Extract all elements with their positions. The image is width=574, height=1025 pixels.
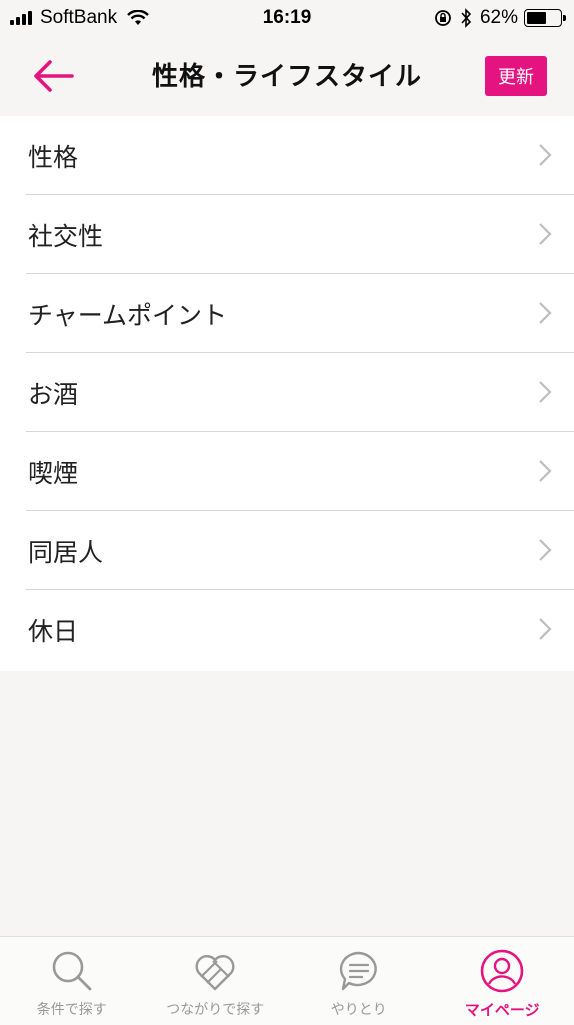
tab-label: 条件で探す xyxy=(0,999,144,1019)
menu-list: 性格 社交性 チャームポイント お酒 喫煙 同居人 休日 xyxy=(0,116,574,671)
tab-label: マイページ xyxy=(431,999,574,1020)
menu-item-smoking[interactable]: 喫煙 xyxy=(26,432,574,511)
menu-item-label: お酒 xyxy=(28,375,78,411)
menu-item-label: チャームポイント xyxy=(28,296,227,332)
chevron-right-icon xyxy=(538,380,552,404)
menu-item-label: 休日 xyxy=(28,612,78,648)
chevron-right-icon xyxy=(538,538,552,562)
update-button[interactable]: 更新 xyxy=(485,56,547,96)
chevron-right-icon xyxy=(538,301,552,325)
status-bar: SoftBank 16:19 62% xyxy=(0,0,574,38)
tab-search-by-conditions[interactable]: 条件で探す xyxy=(0,937,144,1025)
battery-fill xyxy=(527,12,546,24)
search-icon xyxy=(48,947,96,995)
menu-item-label: 社交性 xyxy=(28,217,103,253)
status-right: 62% xyxy=(434,7,562,29)
menu-item-label: 同居人 xyxy=(28,533,103,569)
profile-icon xyxy=(478,947,526,995)
menu-item-alcohol[interactable]: お酒 xyxy=(26,353,574,432)
chevron-right-icon xyxy=(538,222,552,246)
chevron-right-icon xyxy=(538,143,552,167)
tab-messages[interactable]: やりとり xyxy=(287,937,431,1025)
chat-bubble-icon xyxy=(335,947,383,995)
menu-item-sociability[interactable]: 社交性 xyxy=(26,195,574,274)
menu-item-label: 性格 xyxy=(28,138,78,174)
tab-label: やりとり xyxy=(287,999,431,1019)
menu-item-label: 喫煙 xyxy=(28,454,78,490)
chevron-right-icon xyxy=(538,617,552,641)
menu-item-personality[interactable]: 性格 xyxy=(26,116,574,195)
chevron-right-icon xyxy=(538,459,552,483)
menu-item-holiday[interactable]: 休日 xyxy=(26,590,574,669)
menu-item-charm-point[interactable]: チャームポイント xyxy=(26,274,574,353)
tab-bar: 条件で探す つながりで探す やりとり マイページ xyxy=(0,936,574,1025)
tab-search-by-connections[interactable]: つながりで探す xyxy=(144,937,288,1025)
battery-percent: 62% xyxy=(480,7,518,29)
menu-item-housemate[interactable]: 同居人 xyxy=(26,511,574,590)
bluetooth-icon xyxy=(460,8,472,28)
battery-icon xyxy=(524,9,562,27)
heart-connection-icon xyxy=(191,947,239,995)
tab-my-page[interactable]: マイページ xyxy=(431,937,574,1025)
tab-label: つながりで探す xyxy=(144,999,288,1019)
rotation-lock-icon xyxy=(434,9,452,27)
navigation-bar: 性格・ライフスタイル 更新 xyxy=(0,38,574,116)
